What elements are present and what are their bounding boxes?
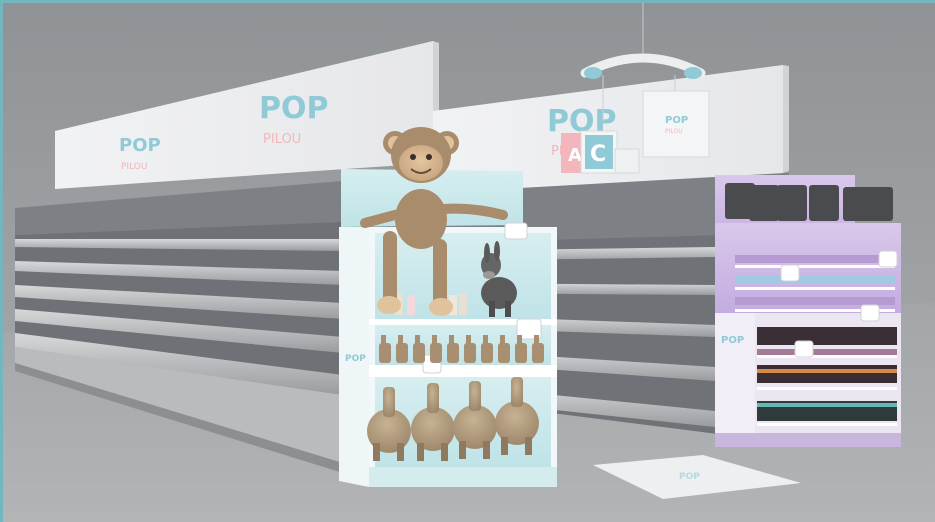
- nail-kit-cases: [725, 183, 893, 221]
- nail-polish-display: POP: [715, 175, 901, 447]
- brand-logo-top: POP: [259, 91, 328, 126]
- brand-logo-top: POP: [665, 115, 688, 126]
- polish-row-pastel: [735, 255, 895, 305]
- polish-row-dark: [757, 327, 897, 421]
- brand-logo-bottom: PILOU: [665, 128, 683, 135]
- store-aisle-render: POP PILOU POP PILOU POP PILOU: [0, 0, 935, 522]
- brand-logo-bottom: PILOU: [263, 132, 301, 147]
- brand-logo-bottom: PILOU: [121, 162, 147, 172]
- shelf-tag: [860, 304, 880, 322]
- shelf-tag: [878, 250, 898, 268]
- brand-logo-top: POP: [345, 354, 366, 364]
- letter-block-c-label: C: [590, 142, 606, 167]
- shelf-tag: [504, 222, 528, 240]
- letter-block-a-label: A: [568, 145, 582, 166]
- shelf-tag: [780, 264, 800, 282]
- brand-logo-top: POP: [119, 135, 161, 156]
- scene-svg: POP PILOU POP PILOU POP PILOU: [3, 3, 935, 522]
- shelf-tag: [794, 340, 814, 358]
- brand-logo-top: POP: [721, 335, 744, 346]
- brand-logo-top: POP: [679, 472, 700, 482]
